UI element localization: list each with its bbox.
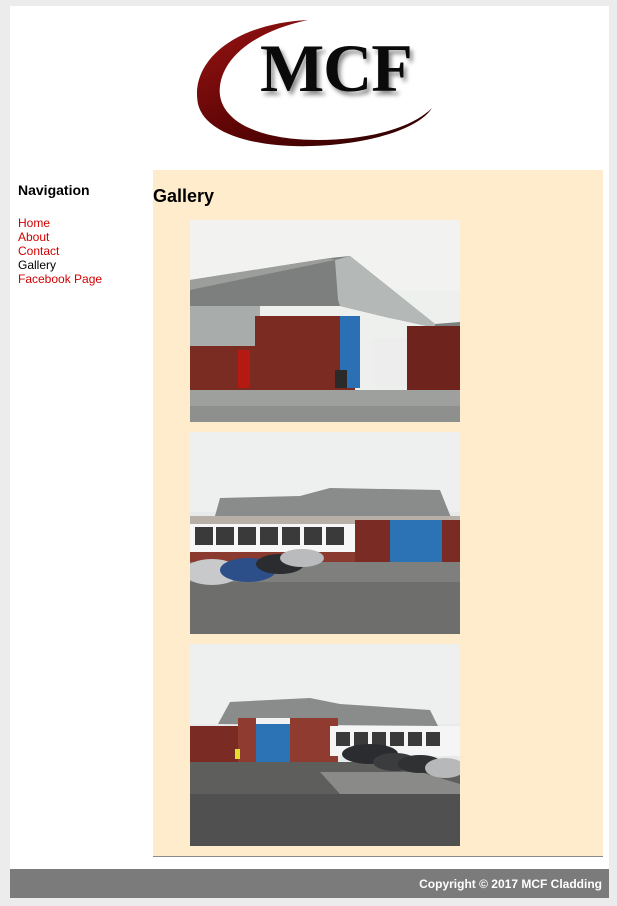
nav-item-contact: Contact bbox=[18, 244, 148, 258]
copyright-text: Copyright © 2017 MCF Cladding bbox=[419, 877, 602, 891]
page-title: Gallery bbox=[153, 186, 215, 206]
main-content: Gallery bbox=[153, 170, 603, 856]
nav-item-facebook: Facebook Page bbox=[18, 272, 148, 286]
navigation-heading: Navigation bbox=[18, 182, 90, 198]
building-photo-2-image bbox=[190, 432, 460, 634]
building-photo-3-image bbox=[190, 644, 460, 846]
nav-current-gallery: Gallery bbox=[18, 258, 57, 272]
gallery-photo-2[interactable] bbox=[190, 432, 460, 634]
nav-item-gallery: Gallery bbox=[18, 258, 148, 272]
nav-link-contact[interactable]: Contact bbox=[18, 244, 59, 258]
gallery-photo-1[interactable] bbox=[190, 220, 460, 422]
nav-list: Home About Contact Gallery Facebook Page bbox=[18, 216, 148, 286]
logo-text: MCF bbox=[260, 30, 413, 106]
nav-link-home[interactable]: Home bbox=[18, 216, 50, 230]
footer: Copyright © 2017 MCF Cladding bbox=[10, 869, 609, 898]
nav-link-about[interactable]: About bbox=[18, 230, 49, 244]
content-divider bbox=[153, 856, 603, 857]
mcf-logo[interactable]: MCF bbox=[190, 16, 440, 156]
sidebar-navigation: Navigation Home About Contact Gallery Fa… bbox=[18, 182, 148, 286]
building-photo-1-image bbox=[190, 220, 460, 422]
nav-item-home: Home bbox=[18, 216, 148, 230]
nav-link-facebook-page[interactable]: Facebook Page bbox=[18, 272, 102, 286]
nav-item-about: About bbox=[18, 230, 148, 244]
page: MCF Navigation Home About Contact Galler… bbox=[10, 6, 609, 898]
gallery-photo-3[interactable] bbox=[190, 644, 460, 846]
